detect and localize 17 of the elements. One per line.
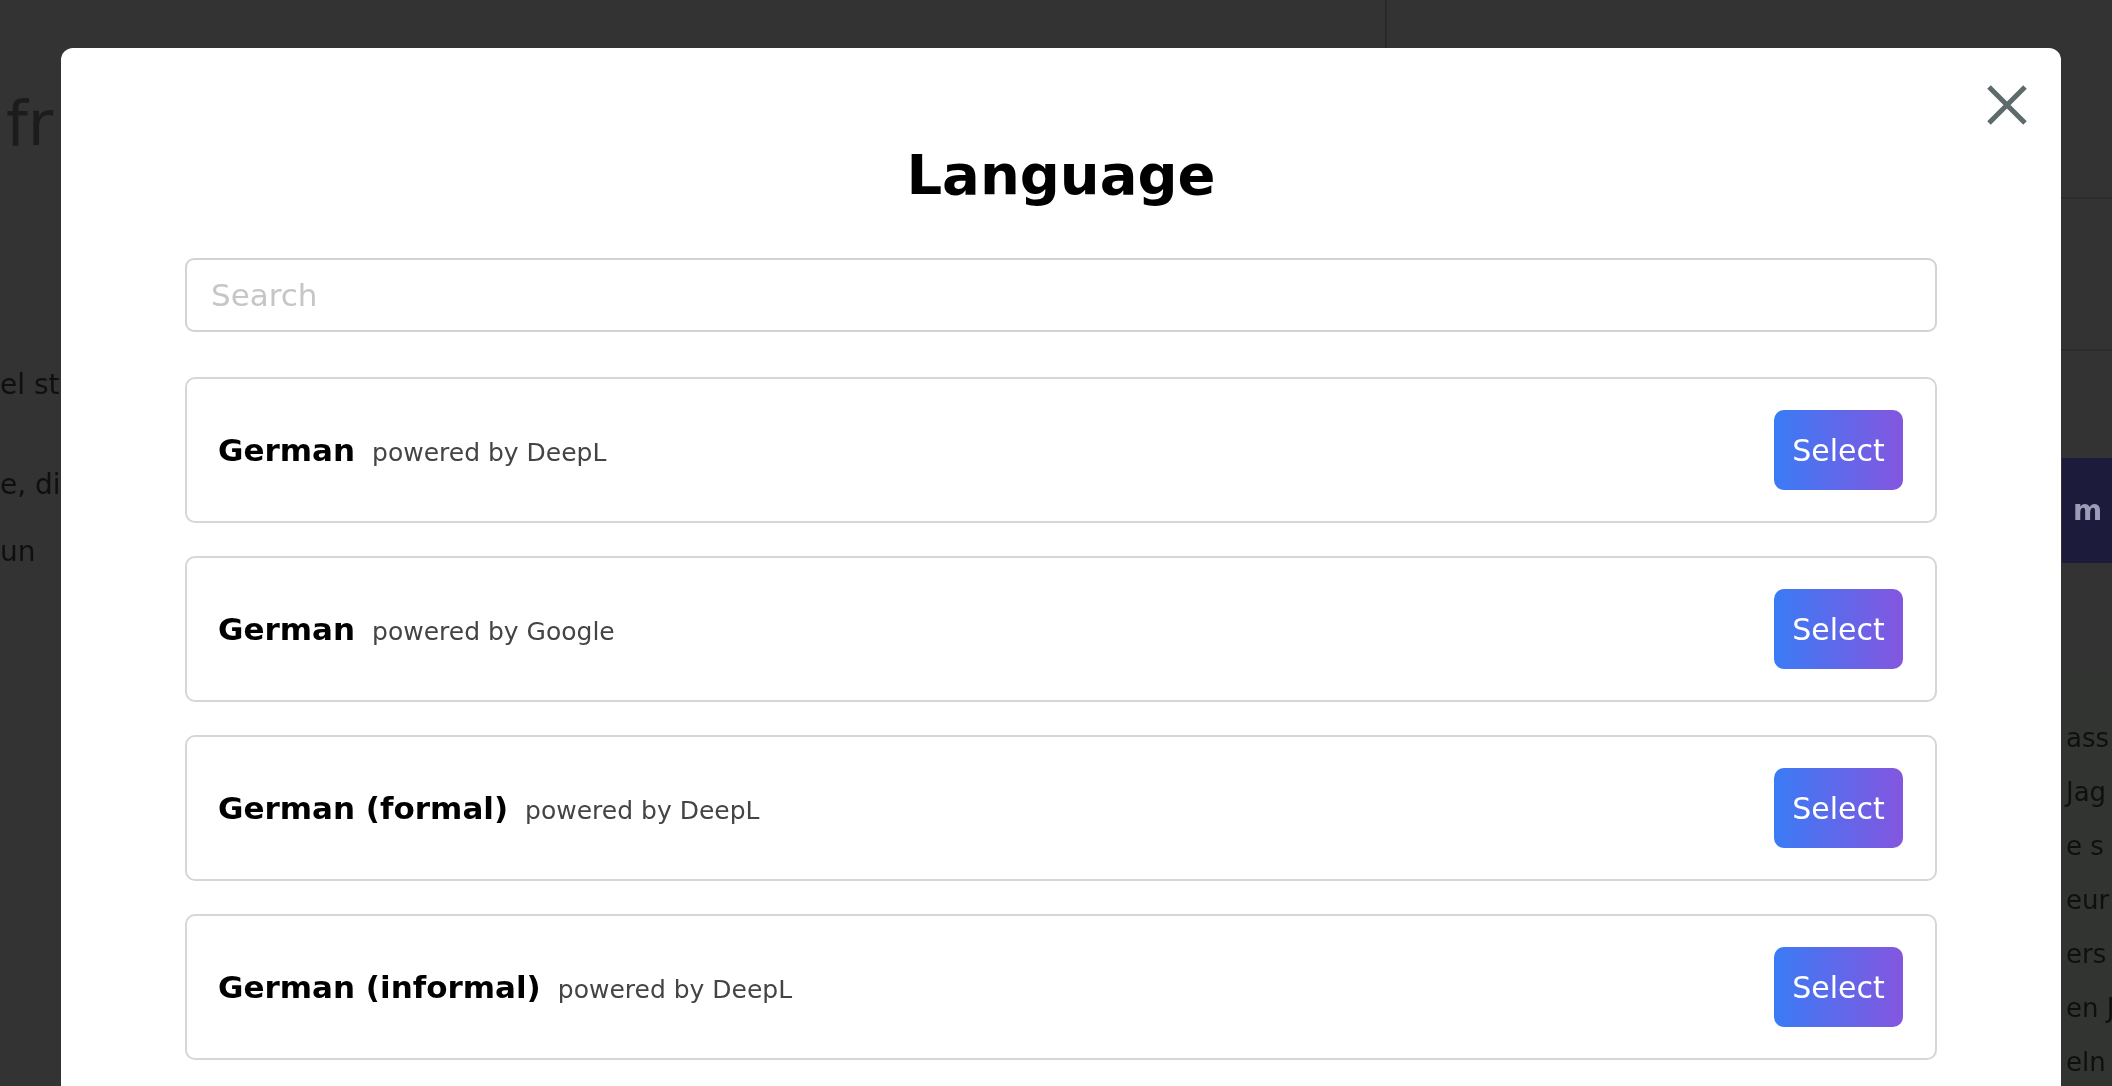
select-button[interactable]: Select (1774, 589, 1903, 669)
language-name: German (informal) (218, 969, 541, 1005)
provider-text: powered by DeepL (557, 975, 793, 1004)
provider-text: powered by DeepL (525, 796, 760, 825)
close-icon (1987, 85, 2027, 125)
language-name: German (218, 611, 356, 647)
select-button[interactable]: Select (1774, 947, 1903, 1027)
search-field[interactable]: Search (185, 258, 1937, 332)
select-button[interactable]: Select (1774, 410, 1903, 490)
select-button[interactable]: Select (1774, 768, 1903, 848)
language-name: German (formal) (218, 790, 509, 826)
language-name: German (218, 432, 356, 468)
provider-text: powered by Google (372, 617, 615, 646)
banner-text: m (2073, 494, 2103, 527)
close-button[interactable] (1987, 85, 2027, 125)
dialog-title: Language (906, 141, 1216, 208)
provider-text: powered by DeepL (372, 438, 607, 467)
